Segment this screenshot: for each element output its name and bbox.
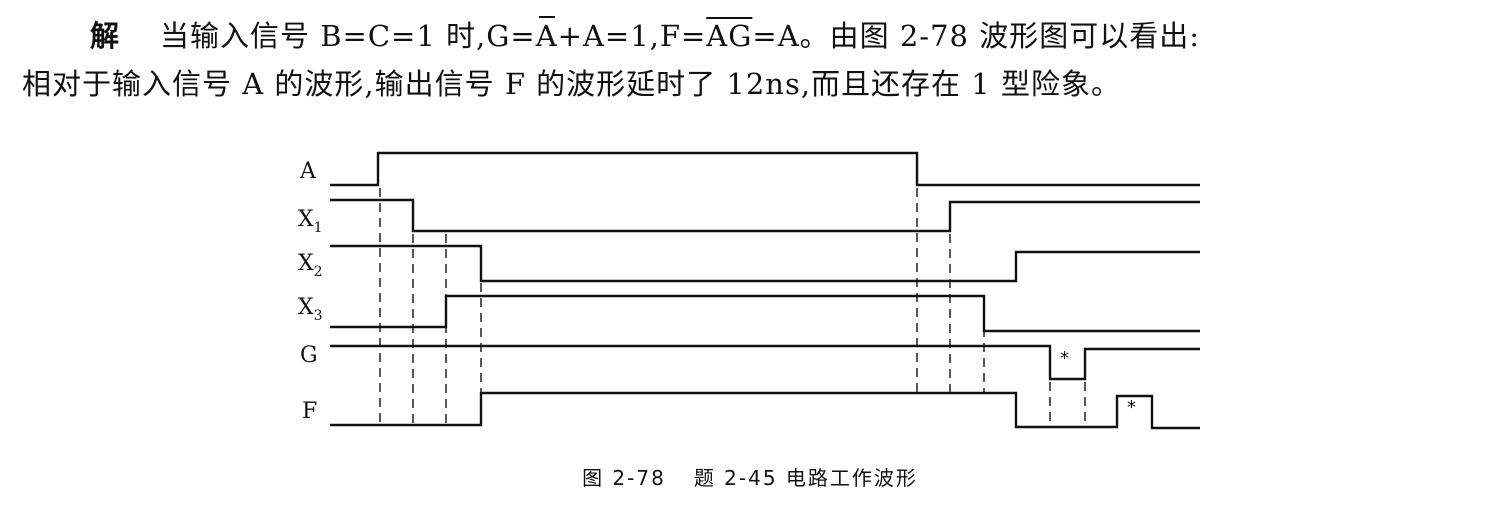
label-A: A [299,159,317,184]
waveform-X2 [330,244,1200,283]
label-X2: X2 [298,251,323,280]
hazard-marker-F: * [1127,397,1136,418]
label-F: F [302,399,317,424]
hazard-marker-G: * [1060,348,1069,369]
timing-diagram: A X1 X2 X3 G F * * [298,151,1200,430]
waveform-X3 [330,294,1200,333]
figure-caption: 图 2-78 题 2-45 电路工作波形 [0,462,1500,491]
hazard-markers: * * [1060,348,1136,418]
label-G: G [300,343,318,368]
figure-title: 题 2-45 电路工作波形 [693,466,918,490]
label-X3: X3 [298,295,323,324]
figure-number: 图 2-78 [582,466,666,490]
signal-labels: A X1 X2 X3 G F [298,159,323,424]
waveforms [330,151,1200,430]
waveform-G [330,344,1200,381]
waveform-F [330,391,1200,430]
waveform-A [330,151,1200,187]
waveform-X1 [330,198,1200,233]
label-X1: X1 [298,207,323,236]
